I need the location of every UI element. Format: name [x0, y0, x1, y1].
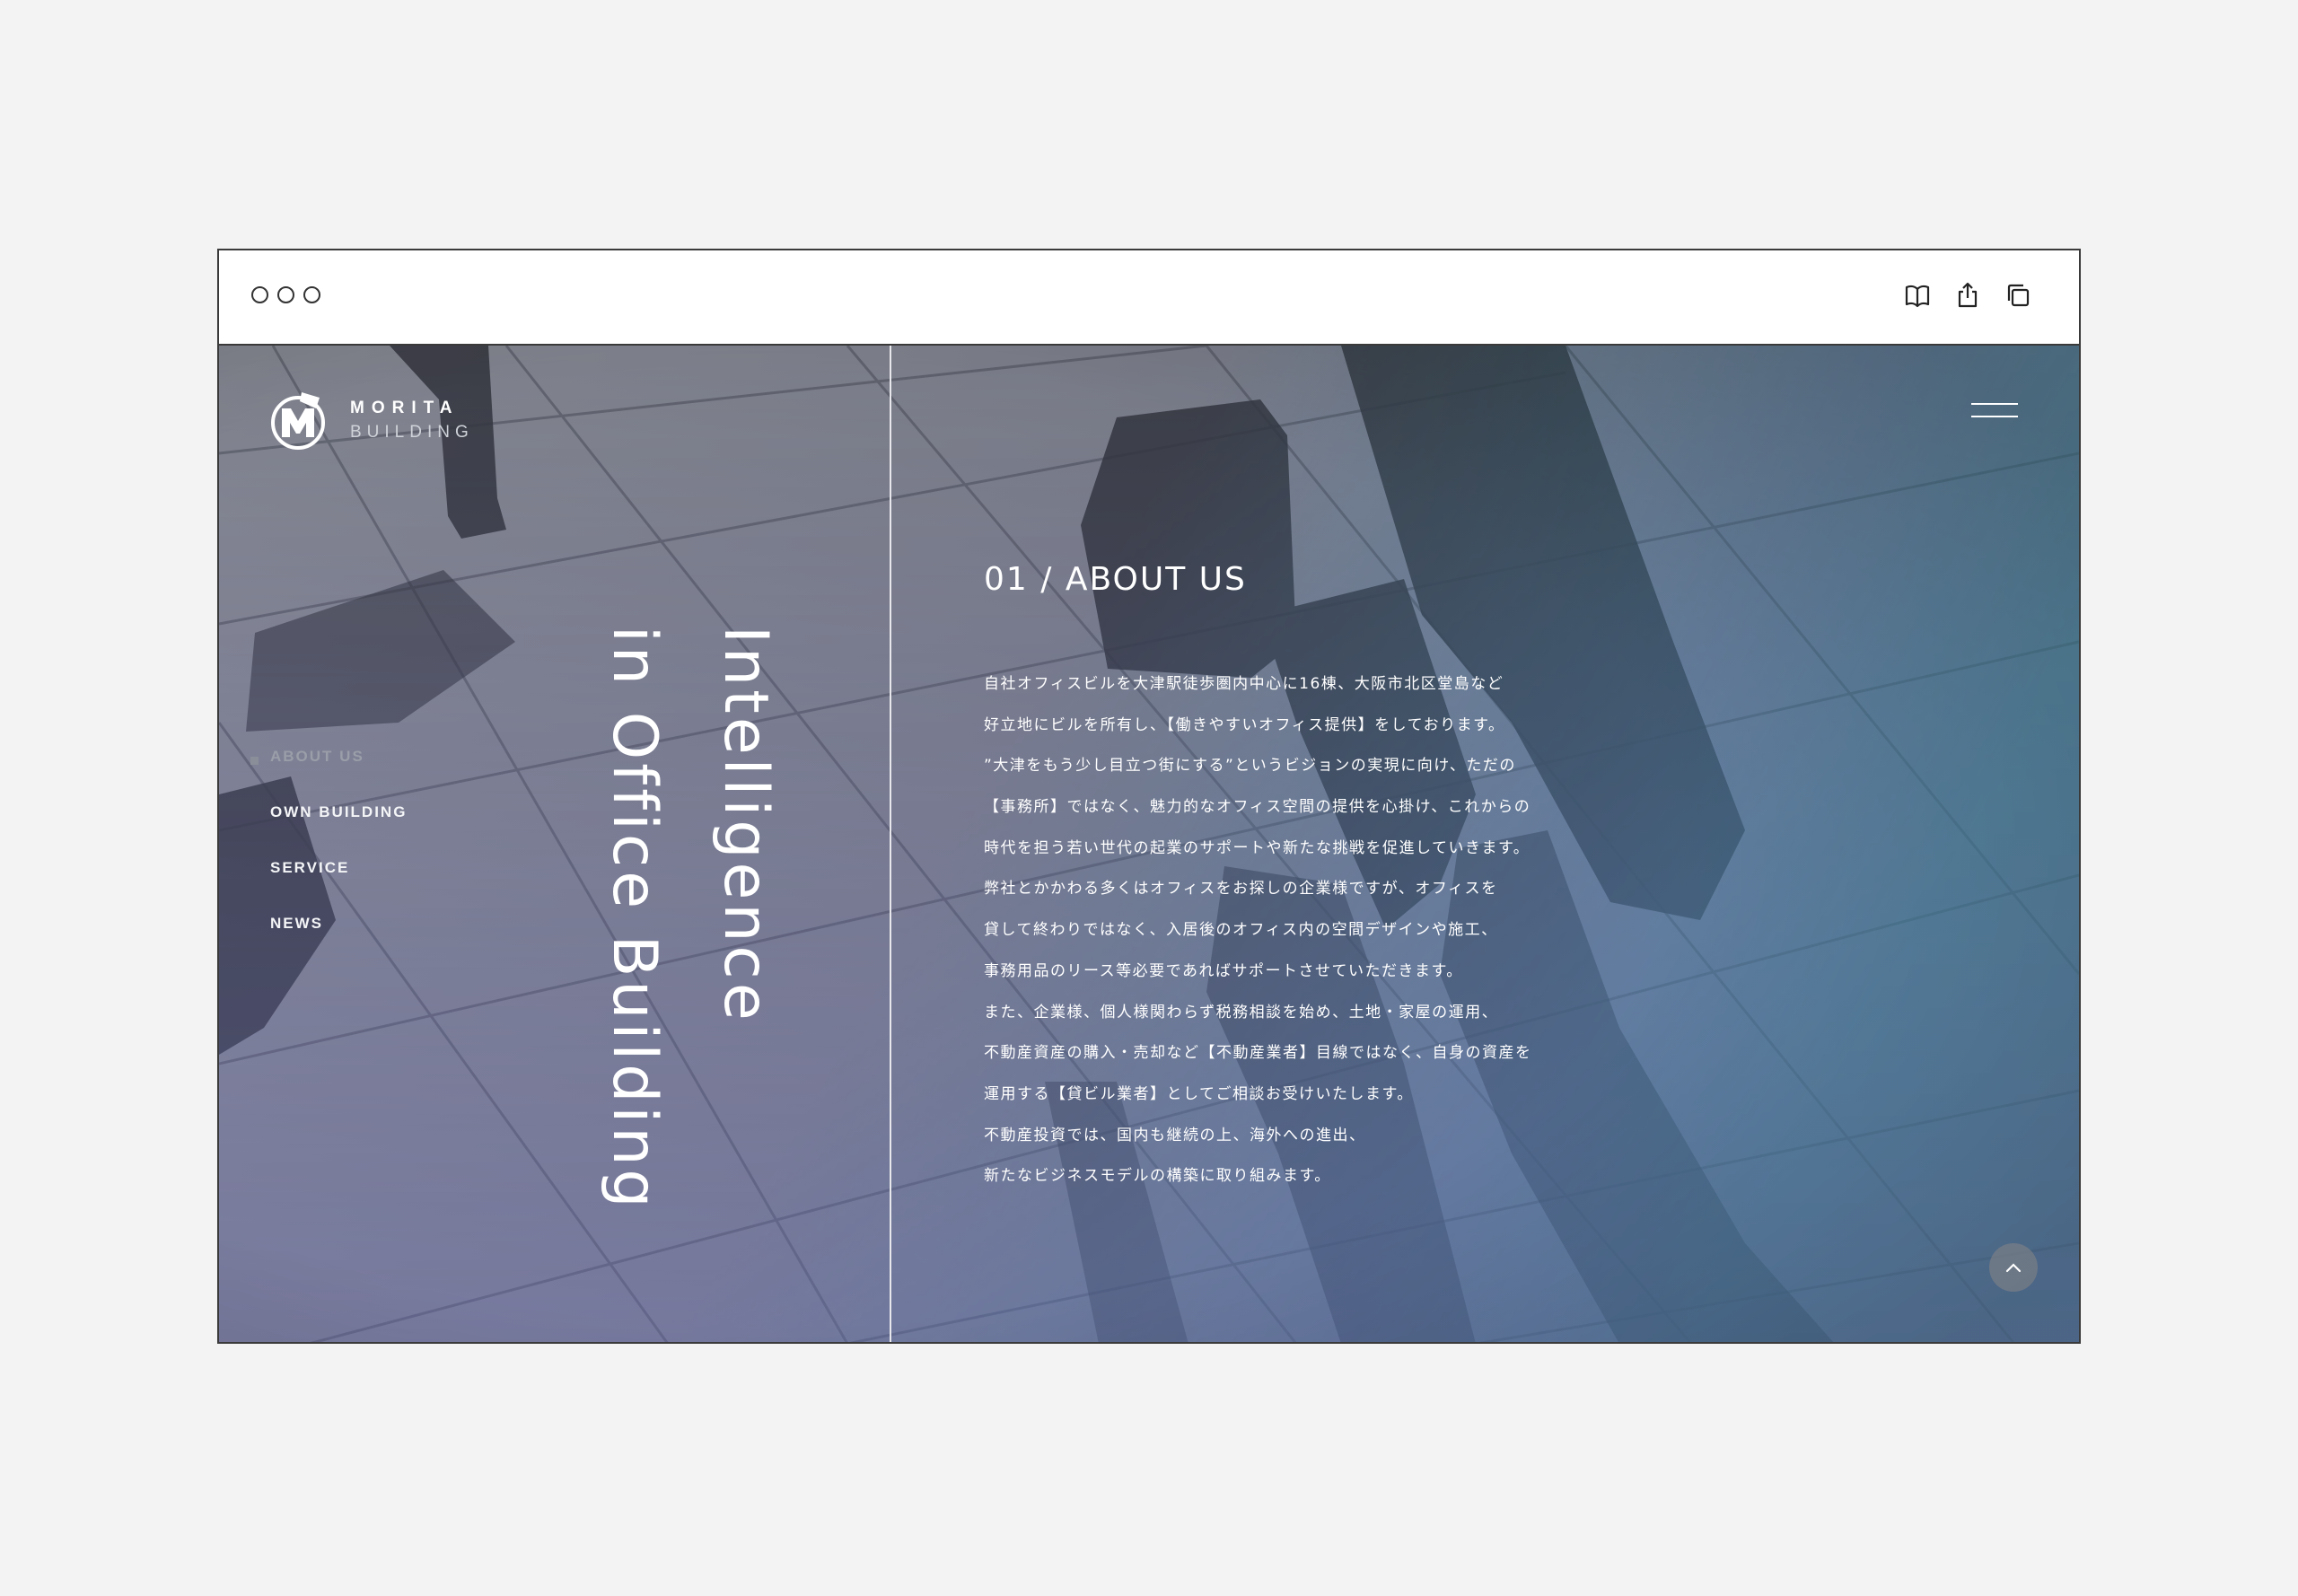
about-text-line: 時代を担う若い世代の起業のサポートや新たな挑戦を促進していきます。	[984, 838, 1531, 857]
hamburger-line-top	[1971, 403, 2018, 405]
section-heading: 01 / ABOUT US	[984, 561, 1247, 598]
about-text-line: 貸して終わりではなく、入居後のオフィス内の空間デザインや施工、	[984, 921, 1498, 940]
scroll-to-top-button[interactable]	[1989, 1243, 2038, 1292]
about-text-line: 不動産投資では、国内も継続の上、海外への進出、	[984, 1126, 1366, 1144]
about-text-line: 自社オフィスビルを大津駅徒歩圏内中心に16棟、大阪市北区堂島など	[984, 675, 1504, 693]
about-text-line: 運用する【貸ビル業者】としてご相談お受けいたします。	[984, 1084, 1414, 1103]
about-body-text: 自社オフィスビルを大津駅徒歩圏内中心に16棟、大阪市北区堂島など 好立地にビルを…	[984, 664, 1630, 1197]
nav-label: NEWS	[270, 915, 323, 932]
web-page: MORITA BUILDING Intelligence in Office B…	[219, 346, 2079, 1342]
nav-item-own-building[interactable]: OWN BUILDING	[270, 803, 407, 821]
logo-wordmark: MORITA BUILDING	[350, 399, 474, 441]
share-icon[interactable]	[1953, 281, 1982, 310]
browser-toolbar	[1903, 281, 2032, 310]
about-text-line: また、企業様、個人様関わらず税務相談を始め、土地・家屋の運用、	[984, 1003, 1499, 1022]
browser-window: MORITA BUILDING Intelligence in Office B…	[217, 249, 2081, 1344]
about-text-line: 弊社とかかわる多くはオフィスをお探しの企業様ですが、オフィスを	[984, 880, 1498, 899]
menu-hamburger-icon[interactable]	[1971, 403, 2018, 421]
logo-name-bottom: BUILDING	[350, 423, 474, 442]
about-text-line: ”大津をもう少し目立つ街にする”というビジョンの実現に向け、ただの	[984, 757, 1516, 776]
hamburger-line-bottom	[1971, 416, 2018, 417]
logo-mark-icon	[271, 392, 325, 450]
nav-item-about-us[interactable]: ABOUT US	[250, 748, 407, 766]
vertical-divider	[890, 346, 891, 1342]
book-icon[interactable]	[1903, 281, 1932, 310]
about-text-line: 不動産資産の購入・売却など【不動産業者】目線ではなく、自身の資産を	[984, 1044, 1532, 1063]
site-logo[interactable]: MORITA BUILDING	[269, 389, 474, 452]
side-navigation: ABOUT US OWN BUILDING SERVICE NEWS	[250, 748, 407, 970]
about-text-line: 新たなビジネスモデルの構築に取り組みます。	[984, 1167, 1331, 1186]
maximize-window-button[interactable]	[303, 286, 320, 303]
close-window-button[interactable]	[251, 286, 268, 303]
nav-label: OWN BUILDING	[270, 803, 408, 820]
window-controls	[251, 286, 320, 303]
chevron-up-icon	[2005, 1263, 2022, 1273]
hero-title-line-2: in Office Building	[599, 626, 670, 1212]
hero-title-line-1: Intelligence	[710, 626, 781, 1024]
nav-label: ABOUT US	[270, 748, 364, 765]
nav-label: SERVICE	[270, 859, 350, 876]
active-nav-marker	[250, 757, 259, 765]
about-text-line: 好立地にビルを所有し、【働きやすいオフィス提供】をしております。	[984, 715, 1505, 734]
logo-name-top: MORITA	[350, 399, 460, 417]
about-text-line: 事務用品のリース等必要であればサポートさせていただきます。	[984, 961, 1463, 980]
minimize-window-button[interactable]	[277, 286, 294, 303]
nav-item-news[interactable]: NEWS	[270, 915, 407, 933]
tabs-icon[interactable]	[2004, 281, 2032, 310]
nav-item-service[interactable]: SERVICE	[270, 859, 407, 877]
browser-titlebar	[219, 250, 2079, 346]
about-text-line: 【事務所】ではなく、魅力的なオフィス空間の提供を心掛け、これからの	[984, 798, 1531, 817]
